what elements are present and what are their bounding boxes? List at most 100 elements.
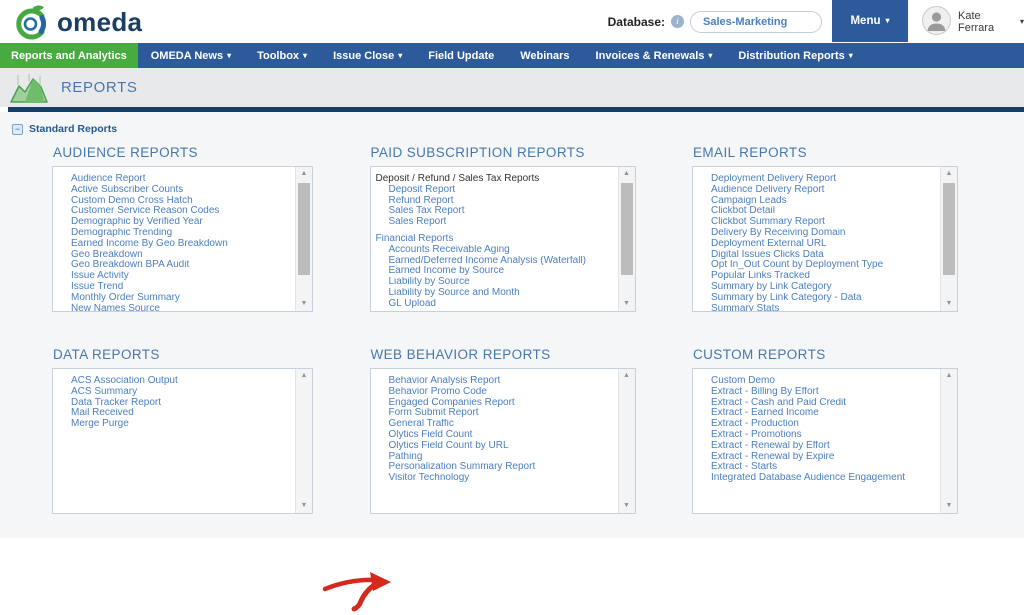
- nav-item-reports-and-analytics[interactable]: Reports and Analytics: [0, 43, 138, 68]
- scroll-thumb[interactable]: [943, 183, 955, 275]
- report-link[interactable]: Extract - Renewal by Effort: [693, 441, 933, 452]
- report-link[interactable]: Geo Breakdown BPA Audit: [53, 260, 288, 271]
- scroll-up-icon[interactable]: ▲: [296, 167, 312, 181]
- scroll-up-icon[interactable]: ▲: [619, 369, 635, 383]
- nav-item-label: Toolbox: [257, 50, 299, 62]
- omeda-logo[interactable]: omeda: [12, 3, 142, 41]
- report-link[interactable]: Refund Report: [371, 196, 611, 207]
- report-link[interactable]: Merge Purge: [53, 419, 288, 430]
- report-link[interactable]: Deployment Delivery Report: [693, 174, 933, 185]
- report-link[interactable]: Deployment External URL: [693, 239, 933, 250]
- report-link[interactable]: Extract - Earned Income: [693, 408, 933, 419]
- info-icon[interactable]: i: [671, 15, 684, 28]
- report-link[interactable]: Summary Stats: [693, 304, 933, 312]
- report-link[interactable]: Data Tracker Report: [53, 398, 288, 409]
- report-link[interactable]: Mail Received: [53, 408, 288, 419]
- report-link[interactable]: Campaign Leads: [693, 196, 933, 207]
- report-link[interactable]: Liability by Source: [371, 277, 611, 288]
- scrollbar[interactable]: ▲ ▼: [618, 369, 635, 513]
- report-link[interactable]: Visitor Technology: [371, 473, 611, 484]
- report-link[interactable]: New Names Source: [53, 304, 288, 312]
- scroll-down-icon[interactable]: ▼: [941, 499, 957, 513]
- report-link[interactable]: Audience Report: [53, 174, 288, 185]
- report-link[interactable]: Clickbot Detail: [693, 206, 933, 217]
- report-link[interactable]: Custom Demo Cross Hatch: [53, 196, 288, 207]
- report-link[interactable]: Active Subscriber Counts: [53, 185, 288, 196]
- report-link[interactable]: Demographic Trending: [53, 228, 288, 239]
- report-link[interactable]: Olytics Field Count by URL: [371, 441, 611, 452]
- report-link[interactable]: Engaged Companies Report: [371, 398, 611, 409]
- scroll-down-icon[interactable]: ▼: [941, 297, 957, 311]
- report-link[interactable]: Extract - Production: [693, 419, 933, 430]
- report-link[interactable]: Integrated Database Audience Engagement: [693, 473, 933, 484]
- report-link[interactable]: Earned Income By Geo Breakdown: [53, 239, 288, 250]
- report-link[interactable]: Clickbot Summary Report: [693, 217, 933, 228]
- menu-button[interactable]: Menu ▾: [832, 0, 908, 42]
- report-link[interactable]: Opt In_Out Count by Deployment Type: [693, 260, 933, 271]
- scroll-up-icon[interactable]: ▲: [296, 369, 312, 383]
- report-link[interactable]: Extract - Starts: [693, 462, 933, 473]
- report-link[interactable]: Issue Trend: [53, 282, 288, 293]
- report-link[interactable]: Delivery By Receiving Domain: [693, 228, 933, 239]
- collapse-minus-icon[interactable]: −: [12, 124, 23, 135]
- section-web-behavior-reports: WEB BEHAVIOR REPORTS Behavior Analysis R…: [370, 345, 636, 514]
- report-link[interactable]: Personalization Summary Report: [371, 462, 611, 473]
- report-link[interactable]: Liability by Source and Month: [371, 288, 611, 299]
- report-link[interactable]: Customer Service Reason Codes: [53, 206, 288, 217]
- report-link[interactable]: Digital Issues Clicks Data: [693, 250, 933, 261]
- report-link[interactable]: General Traffic: [371, 419, 611, 430]
- report-link[interactable]: Geo Breakdown: [53, 250, 288, 261]
- report-link[interactable]: GL Upload: [371, 299, 611, 310]
- standard-reports-toggle[interactable]: − Standard Reports: [12, 123, 117, 135]
- scroll-down-icon[interactable]: ▼: [296, 499, 312, 513]
- report-link[interactable]: Sales Report: [371, 217, 611, 228]
- report-link[interactable]: Olytics Field Count: [371, 430, 611, 441]
- nav-item-distribution-reports[interactable]: Distribution Reports ▾: [725, 43, 865, 68]
- nav-item-webinars[interactable]: Webinars: [507, 43, 582, 68]
- nav-item-invoices-renewals[interactable]: Invoices & Renewals ▾: [583, 43, 726, 68]
- report-link[interactable]: Audience Delivery Report: [693, 185, 933, 196]
- report-link[interactable]: Deposit Report: [371, 185, 611, 196]
- report-link[interactable]: Behavior Analysis Report: [371, 376, 611, 387]
- report-link[interactable]: Form Submit Report: [371, 408, 611, 419]
- report-link[interactable]: Extract - Promotions: [693, 430, 933, 441]
- section-title: EMAIL REPORTS: [693, 145, 958, 160]
- report-link[interactable]: Extract - Cash and Paid Credit: [693, 398, 933, 409]
- report-link[interactable]: Sales Tax Report: [371, 206, 611, 217]
- nav-item-toolbox[interactable]: Toolbox ▾: [244, 43, 320, 68]
- report-link[interactable]: Demographic by Verified Year: [53, 217, 288, 228]
- scrollbar[interactable]: ▲ ▼: [618, 167, 635, 311]
- report-link[interactable]: Behavior Promo Code: [371, 387, 611, 398]
- report-link[interactable]: Monthly Order Summary: [53, 293, 288, 304]
- user-menu[interactable]: Kate Ferrara ▾: [916, 0, 1024, 43]
- report-link[interactable]: Extract - Renewal by Expire: [693, 452, 933, 463]
- scroll-down-icon[interactable]: ▼: [296, 297, 312, 311]
- report-link[interactable]: Extract - Billing By Effort: [693, 387, 933, 398]
- scrollbar[interactable]: ▲ ▼: [940, 167, 957, 311]
- scroll-thumb[interactable]: [621, 183, 633, 275]
- scroll-up-icon[interactable]: ▲: [941, 369, 957, 383]
- report-link[interactable]: ACS Association Output: [53, 376, 288, 387]
- nav-item-issue-close[interactable]: Issue Close ▾: [320, 43, 415, 68]
- scroll-down-icon[interactable]: ▼: [619, 297, 635, 311]
- database-input[interactable]: Sales-Marketing: [690, 11, 822, 33]
- scroll-down-icon[interactable]: ▼: [619, 499, 635, 513]
- report-link[interactable]: Issue Activity: [53, 271, 288, 282]
- report-link[interactable]: Pathing: [371, 452, 611, 463]
- report-link[interactable]: Summary by Link Category - Data: [693, 293, 933, 304]
- report-link[interactable]: Popular Links Tracked: [693, 271, 933, 282]
- nav-item-field-update[interactable]: Field Update: [415, 43, 507, 68]
- scrollbar[interactable]: ▲ ▼: [295, 167, 312, 311]
- scrollbar[interactable]: ▲ ▼: [940, 369, 957, 513]
- report-link[interactable]: ACS Summary: [53, 387, 288, 398]
- scroll-up-icon[interactable]: ▲: [941, 167, 957, 181]
- report-link[interactable]: Summary by Link Category: [693, 282, 933, 293]
- report-link[interactable]: Earned Income by Source: [371, 266, 611, 277]
- nav-item-omeda-news[interactable]: OMEDA News ▾: [138, 43, 244, 68]
- scroll-up-icon[interactable]: ▲: [619, 167, 635, 181]
- report-link[interactable]: Accounts Receivable Aging: [371, 245, 611, 256]
- scrollbar[interactable]: ▲ ▼: [295, 369, 312, 513]
- report-link[interactable]: Earned/Deferred Income Analysis (Waterfa…: [371, 256, 611, 267]
- scroll-thumb[interactable]: [298, 183, 310, 275]
- report-link[interactable]: Custom Demo: [693, 376, 933, 387]
